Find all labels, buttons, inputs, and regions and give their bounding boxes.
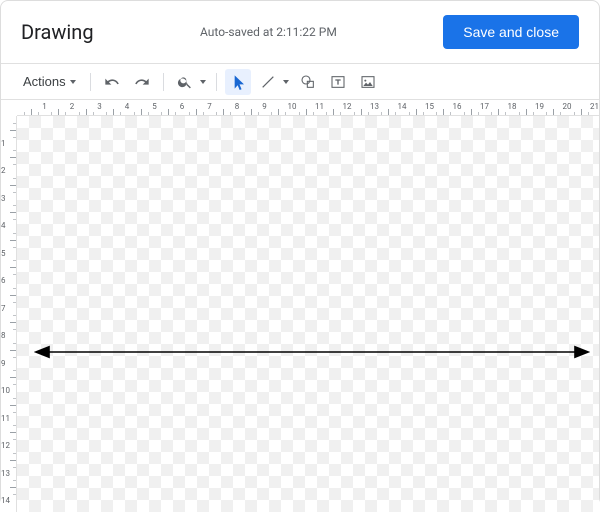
- double-arrow-line[interactable]: [17, 116, 599, 512]
- ruler-h-label: 13: [370, 100, 379, 115]
- zoom-dropdown[interactable]: [198, 69, 208, 95]
- ruler-v-label: 9: [1, 360, 15, 368]
- actions-menu-button[interactable]: Actions: [17, 70, 82, 93]
- dialog-title: Drawing: [21, 20, 94, 44]
- dialog-header: Drawing Auto-saved at 2:11:22 PM Save an…: [1, 1, 599, 64]
- ruler-h-label: 9: [262, 100, 267, 115]
- ruler-h-label: 17: [480, 100, 489, 115]
- image-tool-button[interactable]: [355, 69, 381, 95]
- ruler-vertical: 1234567891011121314: [1, 116, 17, 512]
- cursor-icon: [230, 74, 246, 90]
- ruler-v-label: 12: [1, 442, 15, 450]
- shape-tool-button[interactable]: [295, 69, 321, 95]
- ruler-h-label: 5: [152, 100, 157, 115]
- ruler-h-label: 16: [453, 100, 462, 115]
- toolbar: Actions: [1, 64, 599, 100]
- ruler-v-label: 4: [1, 222, 15, 230]
- ruler-h-label: 11: [315, 100, 324, 115]
- separator: [216, 73, 217, 91]
- ruler-v-label: 13: [1, 470, 15, 478]
- ruler-h-label: 2: [70, 100, 75, 115]
- line-dropdown[interactable]: [281, 69, 291, 95]
- ruler-h-label: 1: [42, 100, 47, 115]
- separator: [90, 73, 91, 91]
- textbox-icon: [330, 74, 346, 90]
- redo-icon: [134, 74, 150, 90]
- autosave-status: Auto-saved at 2:11:22 PM: [200, 25, 337, 39]
- line-tool-button[interactable]: [255, 69, 281, 95]
- textbox-tool-button[interactable]: [325, 69, 351, 95]
- workarea: 1234567891011121314: [1, 116, 599, 512]
- redo-button[interactable]: [129, 69, 155, 95]
- ruler-h-label: 20: [563, 100, 572, 115]
- ruler-h-label: 10: [288, 100, 297, 115]
- chevron-down-icon: [200, 80, 206, 84]
- ruler-h-label: 18: [508, 100, 517, 115]
- ruler-v-label: 2: [1, 167, 15, 175]
- ruler-horizontal: 123456789101112131415161718192021: [17, 100, 599, 116]
- ruler-h-label: 19: [535, 100, 544, 115]
- ruler-h-label: 4: [125, 100, 130, 115]
- ruler-v-label: 5: [1, 250, 15, 258]
- ruler-v-label: 10: [1, 387, 15, 395]
- ruler-h-label: 12: [343, 100, 352, 115]
- ruler-h-label: 15: [425, 100, 434, 115]
- ruler-v-label: 3: [1, 195, 15, 203]
- ruler-h-label: 8: [235, 100, 240, 115]
- actions-label: Actions: [23, 74, 66, 89]
- zoom-button[interactable]: [172, 69, 198, 95]
- save-and-close-button[interactable]: Save and close: [443, 15, 579, 49]
- ruler-v-label: 8: [1, 332, 15, 340]
- image-icon: [360, 74, 376, 90]
- ruler-v-label: 1: [1, 140, 15, 148]
- ruler-h-label: 21: [590, 100, 599, 115]
- undo-button[interactable]: [99, 69, 125, 95]
- undo-icon: [104, 74, 120, 90]
- ruler-v-label: 6: [1, 277, 15, 285]
- shape-icon: [300, 74, 316, 90]
- ruler-h-label: 14: [398, 100, 407, 115]
- chevron-down-icon: [70, 80, 76, 84]
- line-icon: [260, 74, 276, 90]
- line-tool-group: [255, 69, 291, 95]
- ruler-v-label: 14: [1, 497, 15, 505]
- zoom-icon: [177, 74, 193, 90]
- ruler-h-label: 3: [97, 100, 102, 115]
- separator: [163, 73, 164, 91]
- ruler-h-label: 7: [207, 100, 212, 115]
- zoom-tool-group: [172, 69, 208, 95]
- select-tool-button[interactable]: [225, 69, 251, 95]
- ruler-v-label: 7: [1, 305, 15, 313]
- ruler-h-label: 6: [180, 100, 185, 115]
- drawing-canvas[interactable]: [17, 116, 599, 512]
- chevron-down-icon: [283, 80, 289, 84]
- ruler-v-label: 11: [1, 415, 15, 423]
